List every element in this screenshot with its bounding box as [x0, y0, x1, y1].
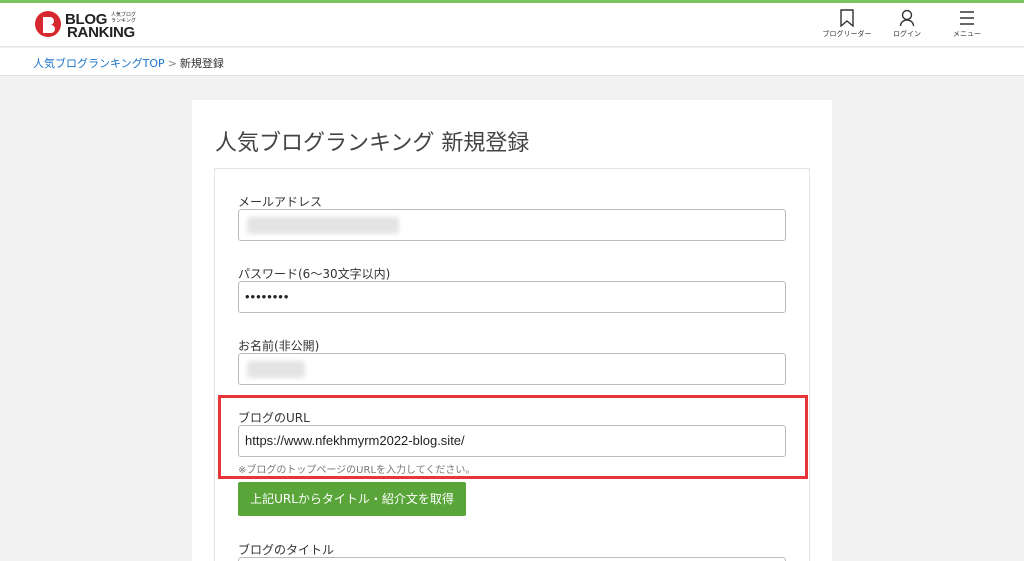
- nav-label: ブログリーダー: [822, 30, 872, 38]
- password-field[interactable]: ••••••••: [238, 281, 786, 313]
- logo-subtext: 人気ブログ ランキング: [111, 12, 137, 24]
- nav-label: ログイン: [893, 30, 921, 38]
- blog-title-label: ブログのタイトル: [238, 543, 335, 557]
- nav-blog-reader[interactable]: ブログリーダー: [817, 7, 877, 43]
- site-logo[interactable]: BLOG RANKING 人気ブログ ランキング: [33, 9, 143, 41]
- nav-login[interactable]: ログイン: [877, 7, 937, 43]
- breadcrumb-current: 新規登録: [179, 57, 224, 70]
- menu-icon: [960, 11, 974, 25]
- name-field[interactable]: [238, 353, 786, 385]
- nav-menu[interactable]: メニュー: [937, 7, 997, 43]
- breadcrumb-bar: 人気ブログランキングTOP > 新規登録: [0, 48, 1024, 76]
- user-icon: [899, 9, 915, 27]
- url-highlight-box: [218, 395, 808, 479]
- breadcrumb: 人気ブログランキングTOP > 新規登録: [33, 55, 224, 71]
- site-header: BLOG RANKING 人気ブログ ランキング ブログリーダー ログイン メニ…: [0, 3, 1024, 47]
- breadcrumb-separator: >: [167, 57, 177, 70]
- fetch-title-button[interactable]: 上記URLからタイトル・紹介文を取得: [238, 482, 466, 516]
- email-field[interactable]: [238, 209, 786, 241]
- blog-title-field[interactable]: [238, 557, 786, 561]
- bookmark-icon: [840, 9, 854, 27]
- breadcrumb-home-link[interactable]: 人気ブログランキングTOP: [33, 57, 165, 70]
- redacted-value: [247, 217, 399, 234]
- email-label: メールアドレス: [238, 195, 323, 209]
- logo-mark-icon: [35, 11, 61, 37]
- page-title: 人気ブログランキング 新規登録: [215, 131, 530, 156]
- name-label: お名前(非公開): [238, 339, 320, 353]
- redacted-value: [247, 361, 305, 378]
- nav-label: メニュー: [953, 30, 981, 38]
- logo-text-ranking: RANKING: [67, 24, 135, 41]
- password-label: パスワード(6〜30文字以内): [238, 267, 391, 281]
